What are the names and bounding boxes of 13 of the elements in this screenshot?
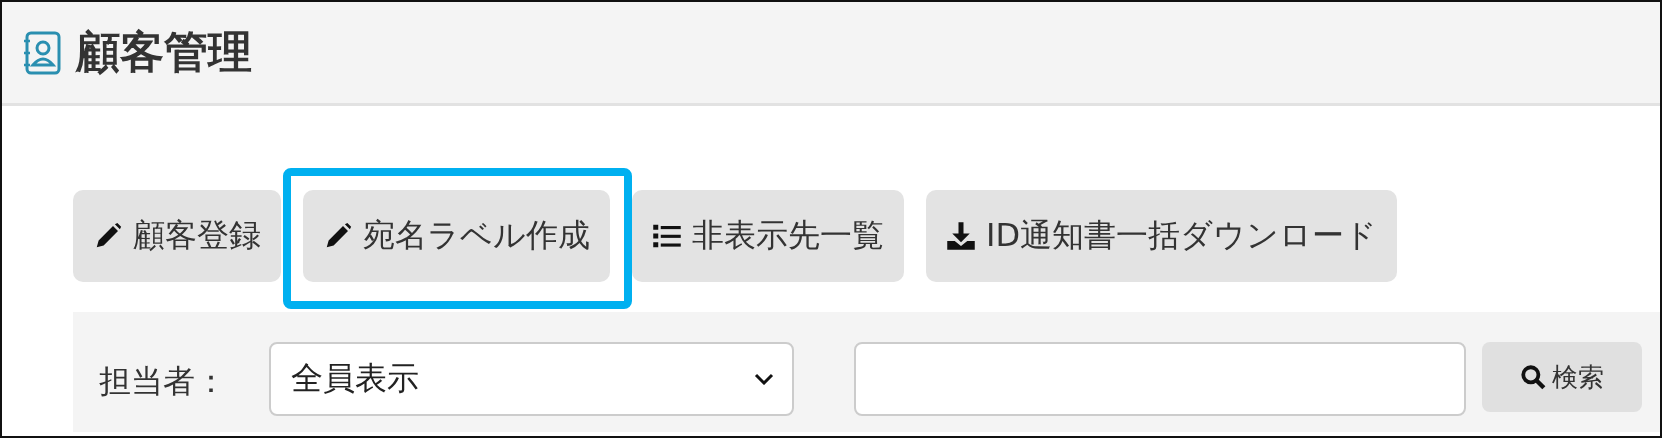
list-button[interactable]: 非表示先一覧 [632,190,904,282]
download-icon [946,221,976,251]
staff-label: 担当者： [99,361,228,402]
search-button[interactable]: 検索 [1482,342,1642,412]
search-icon [1520,364,1546,390]
edit-button[interactable]: 宛名ラベル作成 [303,190,610,282]
search-field[interactable] [854,342,1466,416]
contact-book-icon [22,30,62,75]
chevron-down-icon [754,373,774,385]
download-button[interactable]: ID通知書一括ダウンロード [926,190,1398,282]
page-title: 顧客管理 [76,25,252,79]
staff-select[interactable]: 全員表示 [269,342,794,416]
edit-button[interactable]: 顧客登録 [73,190,281,282]
